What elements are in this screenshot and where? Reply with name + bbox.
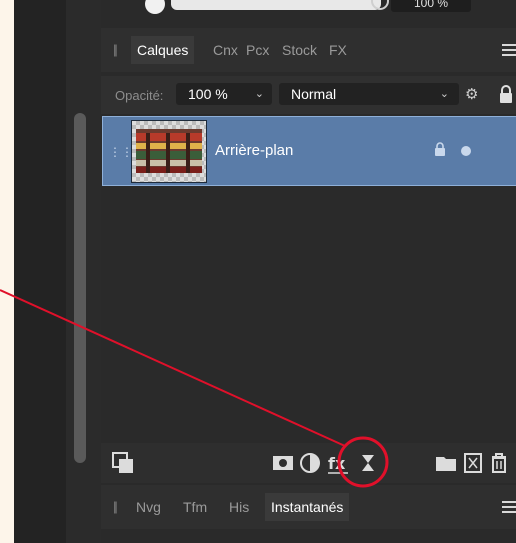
trash-icon[interactable] <box>487 451 511 475</box>
tab-fx[interactable]: FX <box>329 42 347 58</box>
adjustment-icon[interactable] <box>298 451 322 475</box>
tab-his[interactable]: His <box>229 499 249 515</box>
opacity-label: Opacité: <box>115 88 164 103</box>
chevron-down-icon: ⌄ <box>439 88 449 100</box>
navigator-tab-bar: || Nvg Tfm His Instantanés <box>101 485 516 529</box>
panel-menu-icon[interactable] <box>502 501 516 513</box>
slider-knob[interactable] <box>145 0 165 14</box>
tab-calques[interactable]: Calques <box>131 36 195 64</box>
blend-mode-value: Normal <box>291 86 337 102</box>
layer-options-bar: Opacité: 100 % ⌄ Normal ⌄ ⚙ <box>101 76 516 114</box>
panel-content-peek <box>101 531 516 543</box>
grip-icon[interactable]: || <box>113 499 118 514</box>
visibility-icon[interactable] <box>461 146 471 156</box>
fx-icon[interactable]: fx <box>326 451 350 475</box>
left-column <box>14 0 66 543</box>
scrollbar[interactable] <box>74 113 86 463</box>
tab-tfm[interactable]: Tfm <box>183 499 207 515</box>
panel-menu-icon[interactable] <box>502 44 516 56</box>
opacity-value: 100 % <box>188 86 228 102</box>
tab-pcx[interactable]: Pcx <box>246 42 269 58</box>
layer-name: Arrière-plan <box>215 142 294 159</box>
percent-field[interactable]: 100 % <box>391 0 471 12</box>
top-slider-bar: 100 % <box>101 0 516 24</box>
opacity-dropdown[interactable]: 100 % ⌄ <box>176 83 272 105</box>
layers-bottom-toolbar: fx <box>101 443 516 483</box>
tab-cnx[interactable]: Cnx <box>213 42 238 58</box>
arrange-layers-icon[interactable] <box>111 451 135 475</box>
layers-list: ⋮⋮ Arrière-plan <box>101 114 516 439</box>
right-panel: 100 % || Calques Cnx Pcx Stock FX Opacit… <box>101 0 516 543</box>
folder-icon[interactable] <box>434 451 458 475</box>
layer-thumbnail <box>131 120 207 183</box>
blend-mode-dropdown[interactable]: Normal ⌄ <box>279 83 459 105</box>
grip-icon[interactable]: || <box>113 42 118 57</box>
svg-text:fx: fx <box>328 454 346 473</box>
layer-lock-icon[interactable] <box>433 141 447 157</box>
drag-handle-icon[interactable]: ⋮⋮ <box>109 145 133 159</box>
lock-icon[interactable] <box>497 84 515 104</box>
live-filter-icon[interactable] <box>356 451 380 475</box>
tab-instantanes[interactable]: Instantanés <box>265 493 350 521</box>
app-window: 100 % || Calques Cnx Pcx Stock FX Opacit… <box>14 0 516 543</box>
new-layer-icon[interactable] <box>461 451 485 475</box>
layer-row[interactable]: ⋮⋮ Arrière-plan <box>102 116 516 186</box>
mask-icon[interactable] <box>271 451 295 475</box>
tab-nvg[interactable]: Nvg <box>136 499 161 515</box>
layers-tab-bar: || Calques Cnx Pcx Stock FX <box>101 28 516 72</box>
tab-stock[interactable]: Stock <box>282 42 317 58</box>
gear-icon[interactable]: ⚙ <box>465 85 478 103</box>
chevron-down-icon: ⌄ <box>254 88 264 100</box>
slider-track[interactable] <box>171 0 381 10</box>
